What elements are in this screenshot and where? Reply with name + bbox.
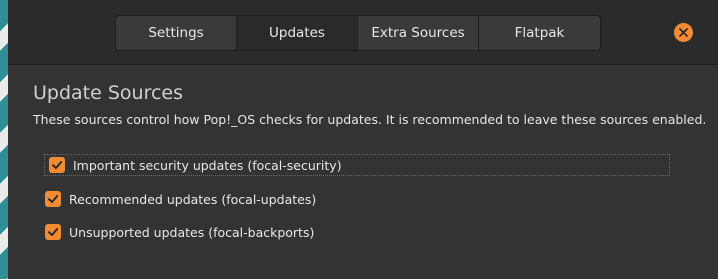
section-title: Update Sources bbox=[33, 82, 184, 104]
checkmark-icon bbox=[49, 157, 65, 173]
close-button[interactable] bbox=[674, 23, 693, 42]
source-updates-label: Recommended updates (focal-updates) bbox=[69, 191, 317, 207]
source-security-checkbox[interactable]: Important security updates (focal-securi… bbox=[44, 154, 670, 176]
source-security-label: Important security updates (focal-securi… bbox=[73, 157, 342, 173]
software-sources-window: Settings Updates Extra Sources Flatpak U… bbox=[8, 0, 718, 279]
tab-settings[interactable]: Settings bbox=[116, 16, 237, 50]
close-icon bbox=[679, 28, 688, 37]
source-updates-checkbox[interactable]: Recommended updates (focal-updates) bbox=[45, 188, 316, 210]
tab-flatpak[interactable]: Flatpak bbox=[479, 16, 600, 50]
headerbar: Settings Updates Extra Sources Flatpak bbox=[8, 0, 718, 65]
checkmark-icon bbox=[45, 224, 61, 240]
updates-panel: Update Sources These sources control how… bbox=[8, 65, 718, 279]
section-description: These sources control how Pop!_OS checks… bbox=[33, 112, 707, 127]
tab-extra-sources[interactable]: Extra Sources bbox=[358, 16, 479, 50]
view-switcher: Settings Updates Extra Sources Flatpak bbox=[115, 15, 601, 51]
tab-updates[interactable]: Updates bbox=[237, 16, 358, 50]
source-backports-checkbox[interactable]: Unsupported updates (focal-backports) bbox=[45, 221, 314, 243]
source-backports-label: Unsupported updates (focal-backports) bbox=[69, 224, 315, 240]
checkmark-icon bbox=[45, 191, 61, 207]
